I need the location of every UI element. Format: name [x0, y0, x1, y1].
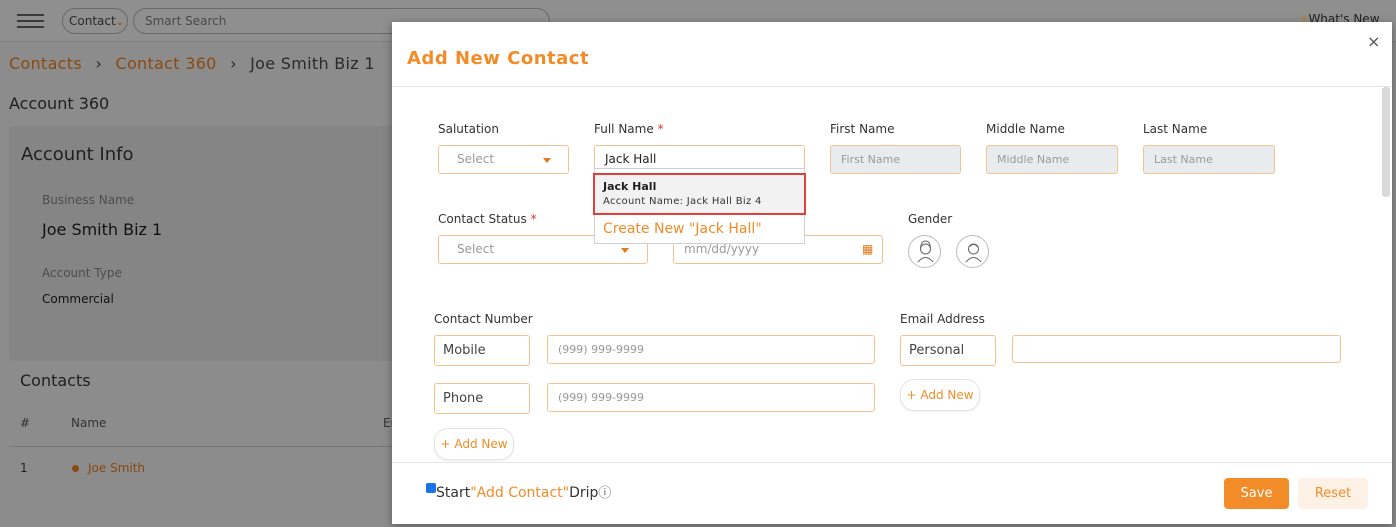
business-name-label: Business Name [42, 193, 135, 207]
reset-button[interactable]: Reset [1298, 478, 1368, 509]
salutation-select[interactable]: Select [438, 145, 569, 174]
modal-header-divider [392, 86, 1392, 87]
create-new-contact-option[interactable]: Create New "Jack Hall" [603, 221, 762, 237]
suggestion-item[interactable]: Jack Hall Account Name: Jack Hall Biz 4 [593, 173, 806, 215]
account-type-label: Account Type [42, 266, 122, 280]
last-name-label: Last Name [1143, 122, 1208, 136]
context-select[interactable]: Contact⌄ [62, 8, 128, 34]
col-name: Name [71, 416, 107, 430]
table-divider [9, 446, 399, 447]
female-icon[interactable] [908, 235, 941, 268]
col-number: # [20, 416, 31, 430]
breadcrumb-contacts[interactable]: Contacts [9, 54, 82, 73]
full-name-label: Full Name * [594, 122, 664, 136]
row-number: 1 [20, 461, 28, 475]
chevron-down-icon [543, 158, 551, 163]
first-name-input[interactable]: First Name [830, 145, 961, 174]
chevron-down-icon [621, 248, 629, 253]
first-name-label: First Name [830, 122, 895, 136]
modal-footer-divider [392, 462, 1392, 463]
suggestion-account: Account Name: Jack Hall Biz 4 [603, 196, 762, 207]
male-icon[interactable] [956, 235, 989, 268]
mobile-type-select[interactable]: Mobile [434, 335, 530, 366]
add-contact-modal: Add New Contact × Salutation Select Full… [392, 22, 1392, 524]
email-type-select[interactable]: Personal [900, 335, 996, 366]
info-icon[interactable]: ⓘ [598, 486, 611, 501]
last-name-input[interactable]: Last Name [1143, 145, 1275, 174]
contact-name-link[interactable]: Joe Smith [88, 461, 145, 475]
modal-scrollbar[interactable] [1382, 87, 1390, 197]
contact-status-label: Contact Status * [438, 212, 537, 226]
email-input[interactable] [1012, 335, 1341, 363]
email-address-label: Email Address [900, 312, 985, 326]
save-button[interactable]: Save [1224, 478, 1289, 509]
status-dot-icon [72, 465, 79, 472]
calendar-icon[interactable]: ▦ [862, 236, 873, 263]
start-drip-checkbox[interactable] [426, 483, 436, 493]
breadcrumb-current: Joe Smith Biz 1 [250, 54, 375, 73]
account-info-panel: Account Info Business Name Joe Smith Biz… [9, 126, 399, 361]
account-info-heading: Account Info [21, 144, 134, 165]
phone-type-select[interactable]: Phone [434, 383, 530, 414]
modal-title: Add New Contact [407, 48, 590, 69]
mobile-number-input[interactable]: (999) 999-9999 [547, 335, 875, 364]
contacts-heading: Contacts [20, 371, 91, 390]
add-email-button[interactable]: + Add New [900, 379, 980, 411]
start-drip-label: Start"Add Contact"Dripⓘ [436, 485, 612, 501]
suggestion-name: Jack Hall [603, 180, 657, 193]
page-title: Account 360 [9, 94, 110, 113]
salutation-label: Salutation [438, 122, 499, 136]
name-suggestion-dropdown: Jack Hall Account Name: Jack Hall Biz 4 … [593, 168, 806, 244]
breadcrumb: Contacts › Contact 360 › Joe Smith Biz 1 [9, 54, 375, 73]
close-icon[interactable]: × [1367, 32, 1380, 51]
middle-name-input[interactable]: Middle Name [986, 145, 1118, 174]
account-type-value: Commercial [42, 292, 114, 306]
phone-number-input[interactable]: (999) 999-9999 [547, 383, 875, 412]
breadcrumb-contact-360[interactable]: Contact 360 [115, 54, 216, 73]
add-contact-number-button[interactable]: + Add New [434, 428, 514, 460]
contact-number-label: Contact Number [434, 312, 533, 326]
gender-label: Gender [908, 212, 953, 226]
business-name-value: Joe Smith Biz 1 [42, 220, 163, 239]
middle-name-label: Middle Name [986, 122, 1065, 136]
menu-icon[interactable] [17, 14, 44, 28]
